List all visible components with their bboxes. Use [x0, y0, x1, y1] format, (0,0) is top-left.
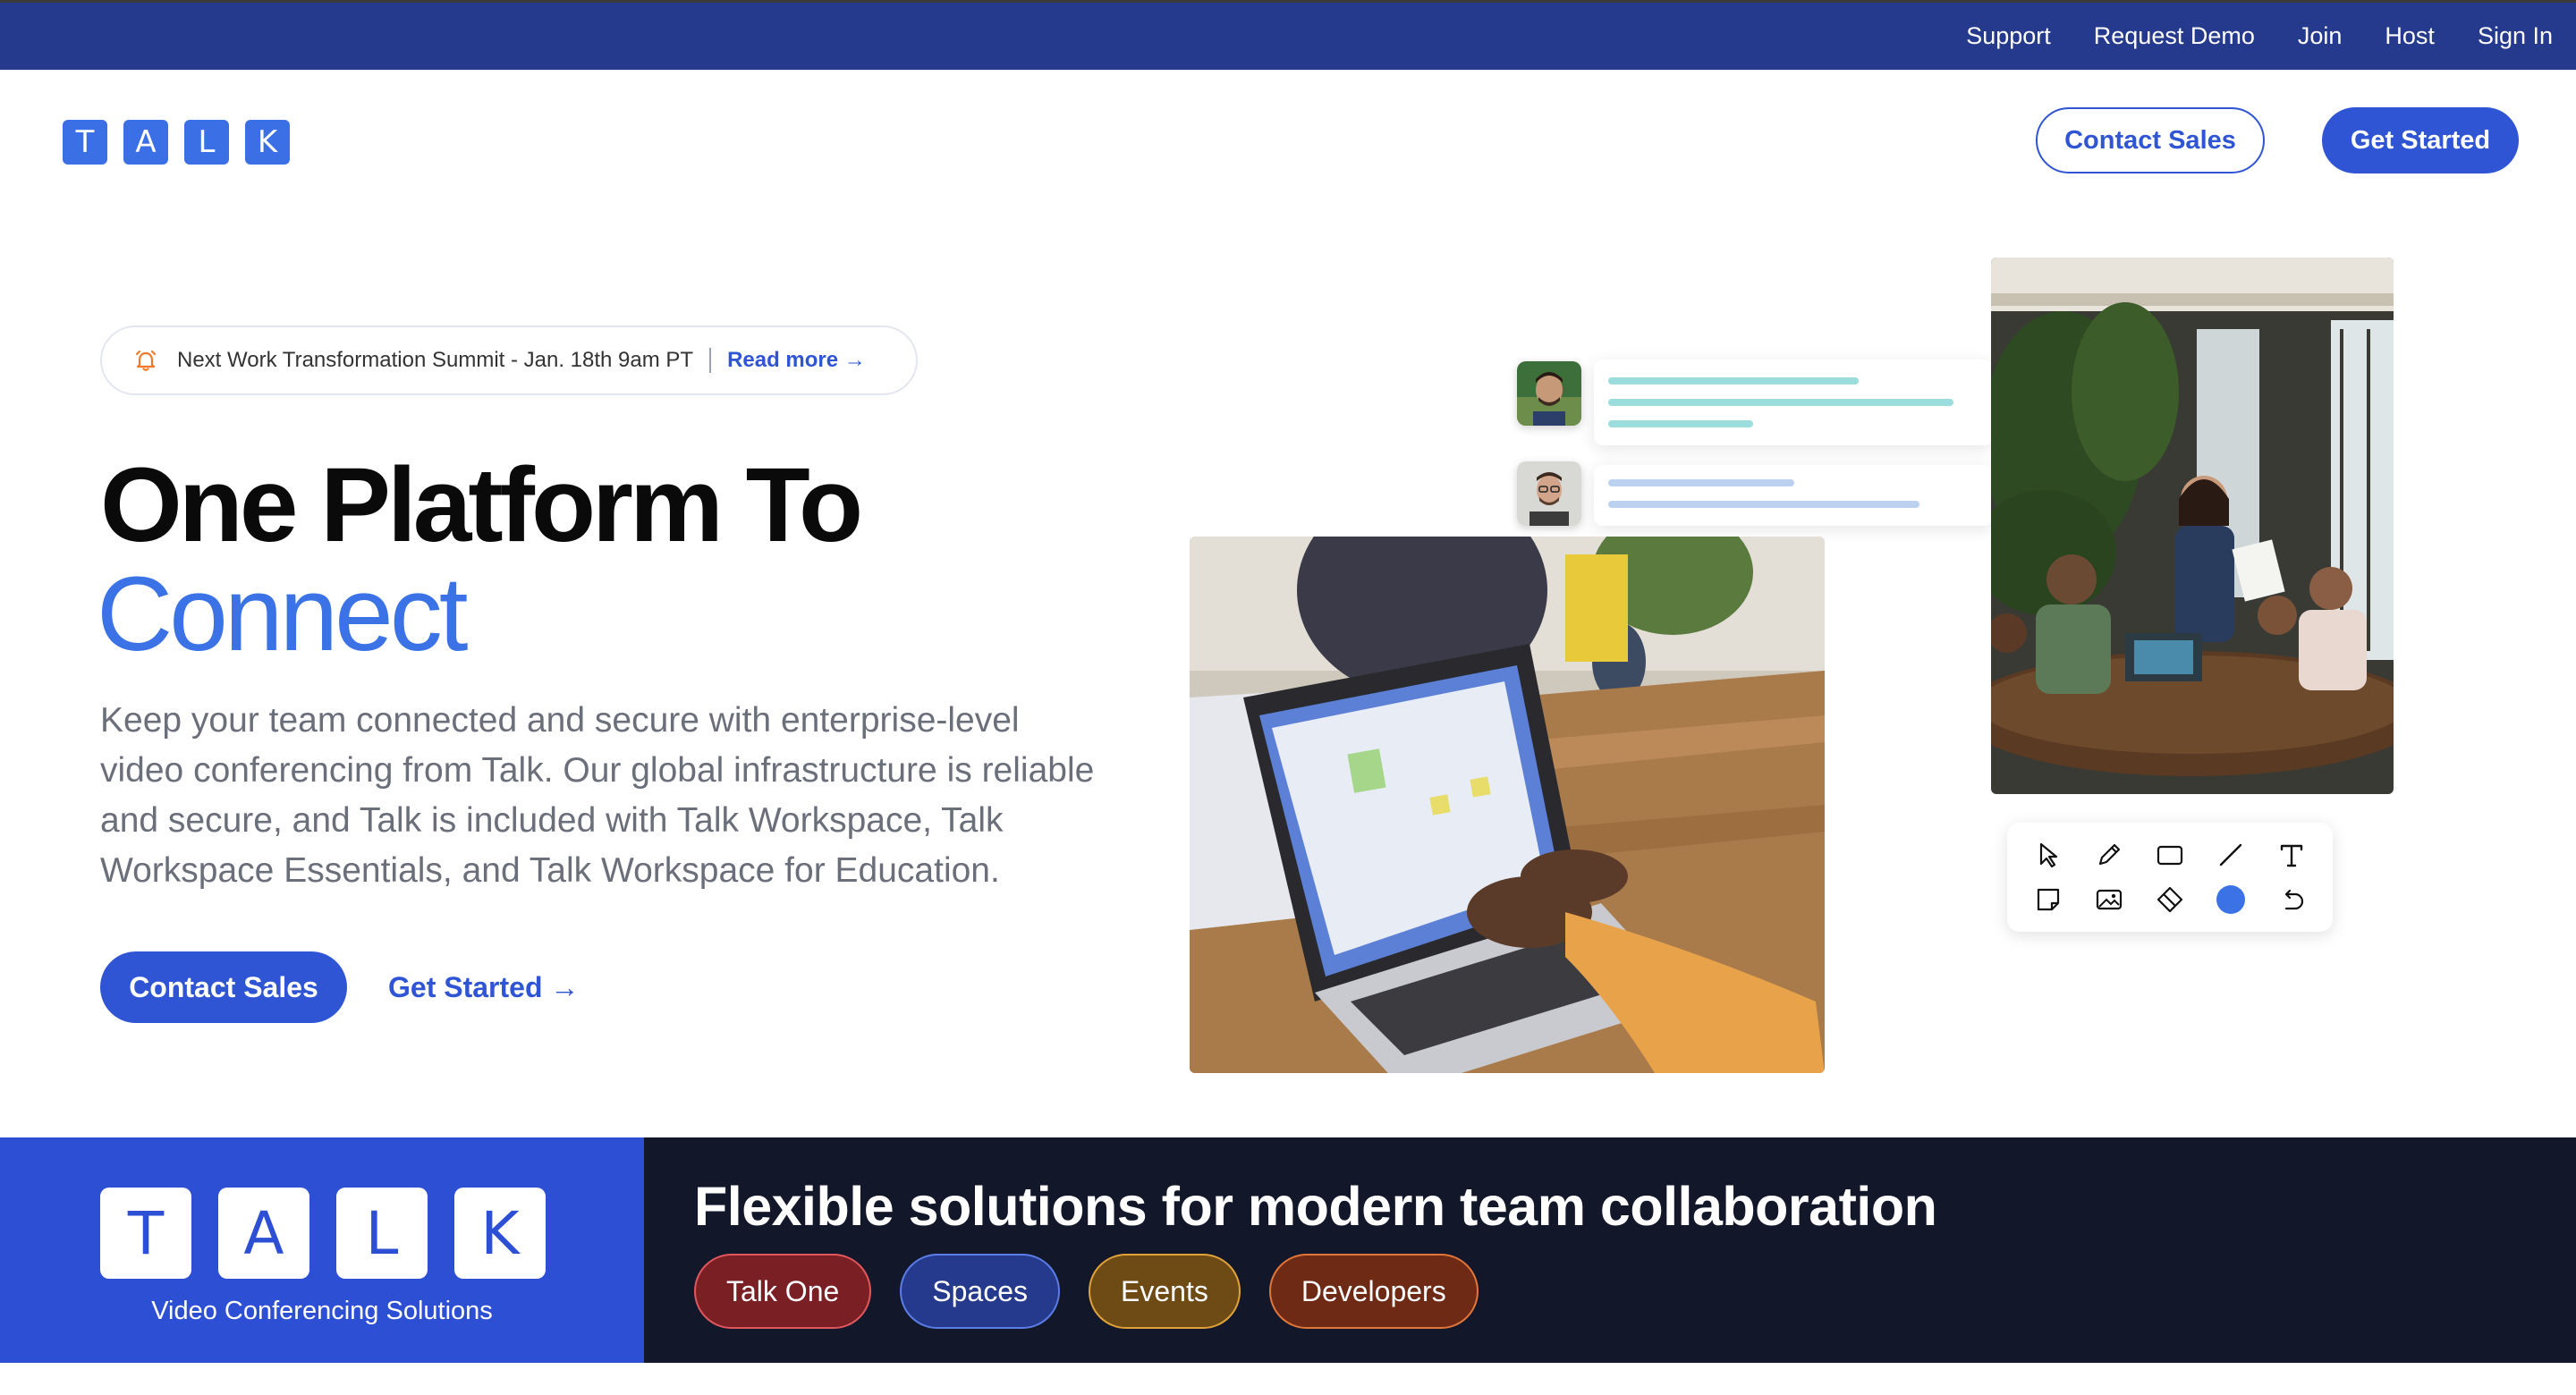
nav-link-host[interactable]: Host [2385, 22, 2435, 50]
logo-tile: L [184, 120, 229, 165]
logo-tile: A [218, 1188, 309, 1279]
main-header: T A L K Contact Sales Get Started [0, 70, 2576, 213]
logo-tile: L [336, 1188, 428, 1279]
nav-link-request-demo[interactable]: Request Demo [2094, 22, 2255, 50]
image-icon[interactable] [2091, 882, 2127, 917]
team-meeting-photo [1991, 258, 2394, 794]
laptop-whiteboard-photo [1190, 537, 1825, 1073]
undo-icon[interactable] [2274, 882, 2309, 917]
hero-title-accent: Connect [97, 555, 469, 673]
brand-tagline: Video Conferencing Solutions [151, 1297, 493, 1325]
announcement-text: Next Work Transformation Summit - Jan. 1… [177, 348, 694, 372]
hero-get-started-link[interactable]: Get Started → [388, 951, 579, 1023]
color-dot-icon[interactable] [2213, 882, 2249, 917]
hero-contact-sales-button[interactable]: Contact Sales [100, 951, 347, 1023]
nav-link-join[interactable]: Join [2298, 22, 2343, 50]
pen-icon[interactable] [2091, 837, 2127, 873]
chat-message-card [1594, 359, 1993, 445]
header-contact-sales-button[interactable]: Contact Sales [2036, 107, 2265, 173]
pill-developers[interactable]: Developers [1268, 1254, 1479, 1329]
message-lines [1608, 479, 1919, 508]
read-more-link[interactable]: Read more → [727, 348, 866, 373]
product-brand-panel: T A L K Video Conferencing Solutions [0, 1137, 644, 1363]
logo-tile: K [245, 120, 290, 165]
header-get-started-button[interactable]: Get Started [2322, 107, 2519, 173]
solutions-panel: Flexible solutions for modern team colla… [644, 1137, 2576, 1363]
logo-tile: T [63, 120, 107, 165]
avatar [1517, 461, 1581, 526]
divider [709, 348, 712, 373]
whiteboard-toolbar [2007, 823, 2333, 932]
rectangle-icon[interactable] [2152, 837, 2188, 873]
sticky-note-icon[interactable] [2030, 882, 2066, 917]
utility-nav: Support Request Demo Join Host Sign In [0, 0, 2576, 70]
solutions-title: Flexible solutions for modern team colla… [694, 1176, 1937, 1237]
nav-link-support[interactable]: Support [1966, 22, 2051, 50]
pill-talk-one[interactable]: Talk One [694, 1254, 872, 1329]
avatar [1517, 361, 1581, 426]
alarm-bell-icon [135, 350, 157, 371]
pill-events[interactable]: Events [1089, 1254, 1241, 1329]
logo-tile: K [454, 1188, 546, 1279]
talk-logo[interactable]: T A L K [63, 120, 290, 165]
pointer-icon[interactable] [2030, 837, 2066, 873]
text-icon[interactable] [2274, 837, 2309, 873]
logo-tile: A [123, 120, 168, 165]
line-icon[interactable] [2213, 837, 2249, 873]
nav-link-sign-in[interactable]: Sign In [2478, 22, 2553, 50]
talk-logo-large: T A L K [100, 1188, 546, 1279]
hero-title: One Platform To [100, 446, 863, 564]
eraser-icon[interactable] [2152, 882, 2188, 917]
logo-tile: T [100, 1188, 191, 1279]
pill-spaces[interactable]: Spaces [900, 1254, 1061, 1329]
announcement-banner[interactable]: Next Work Transformation Summit - Jan. 1… [100, 326, 918, 395]
solutions-pills: Talk One Spaces Events Developers [694, 1254, 1479, 1329]
hero-description: Keep your team connected and secure with… [100, 701, 1095, 890]
chat-message-card [1594, 465, 1993, 526]
message-lines [1608, 377, 1953, 427]
